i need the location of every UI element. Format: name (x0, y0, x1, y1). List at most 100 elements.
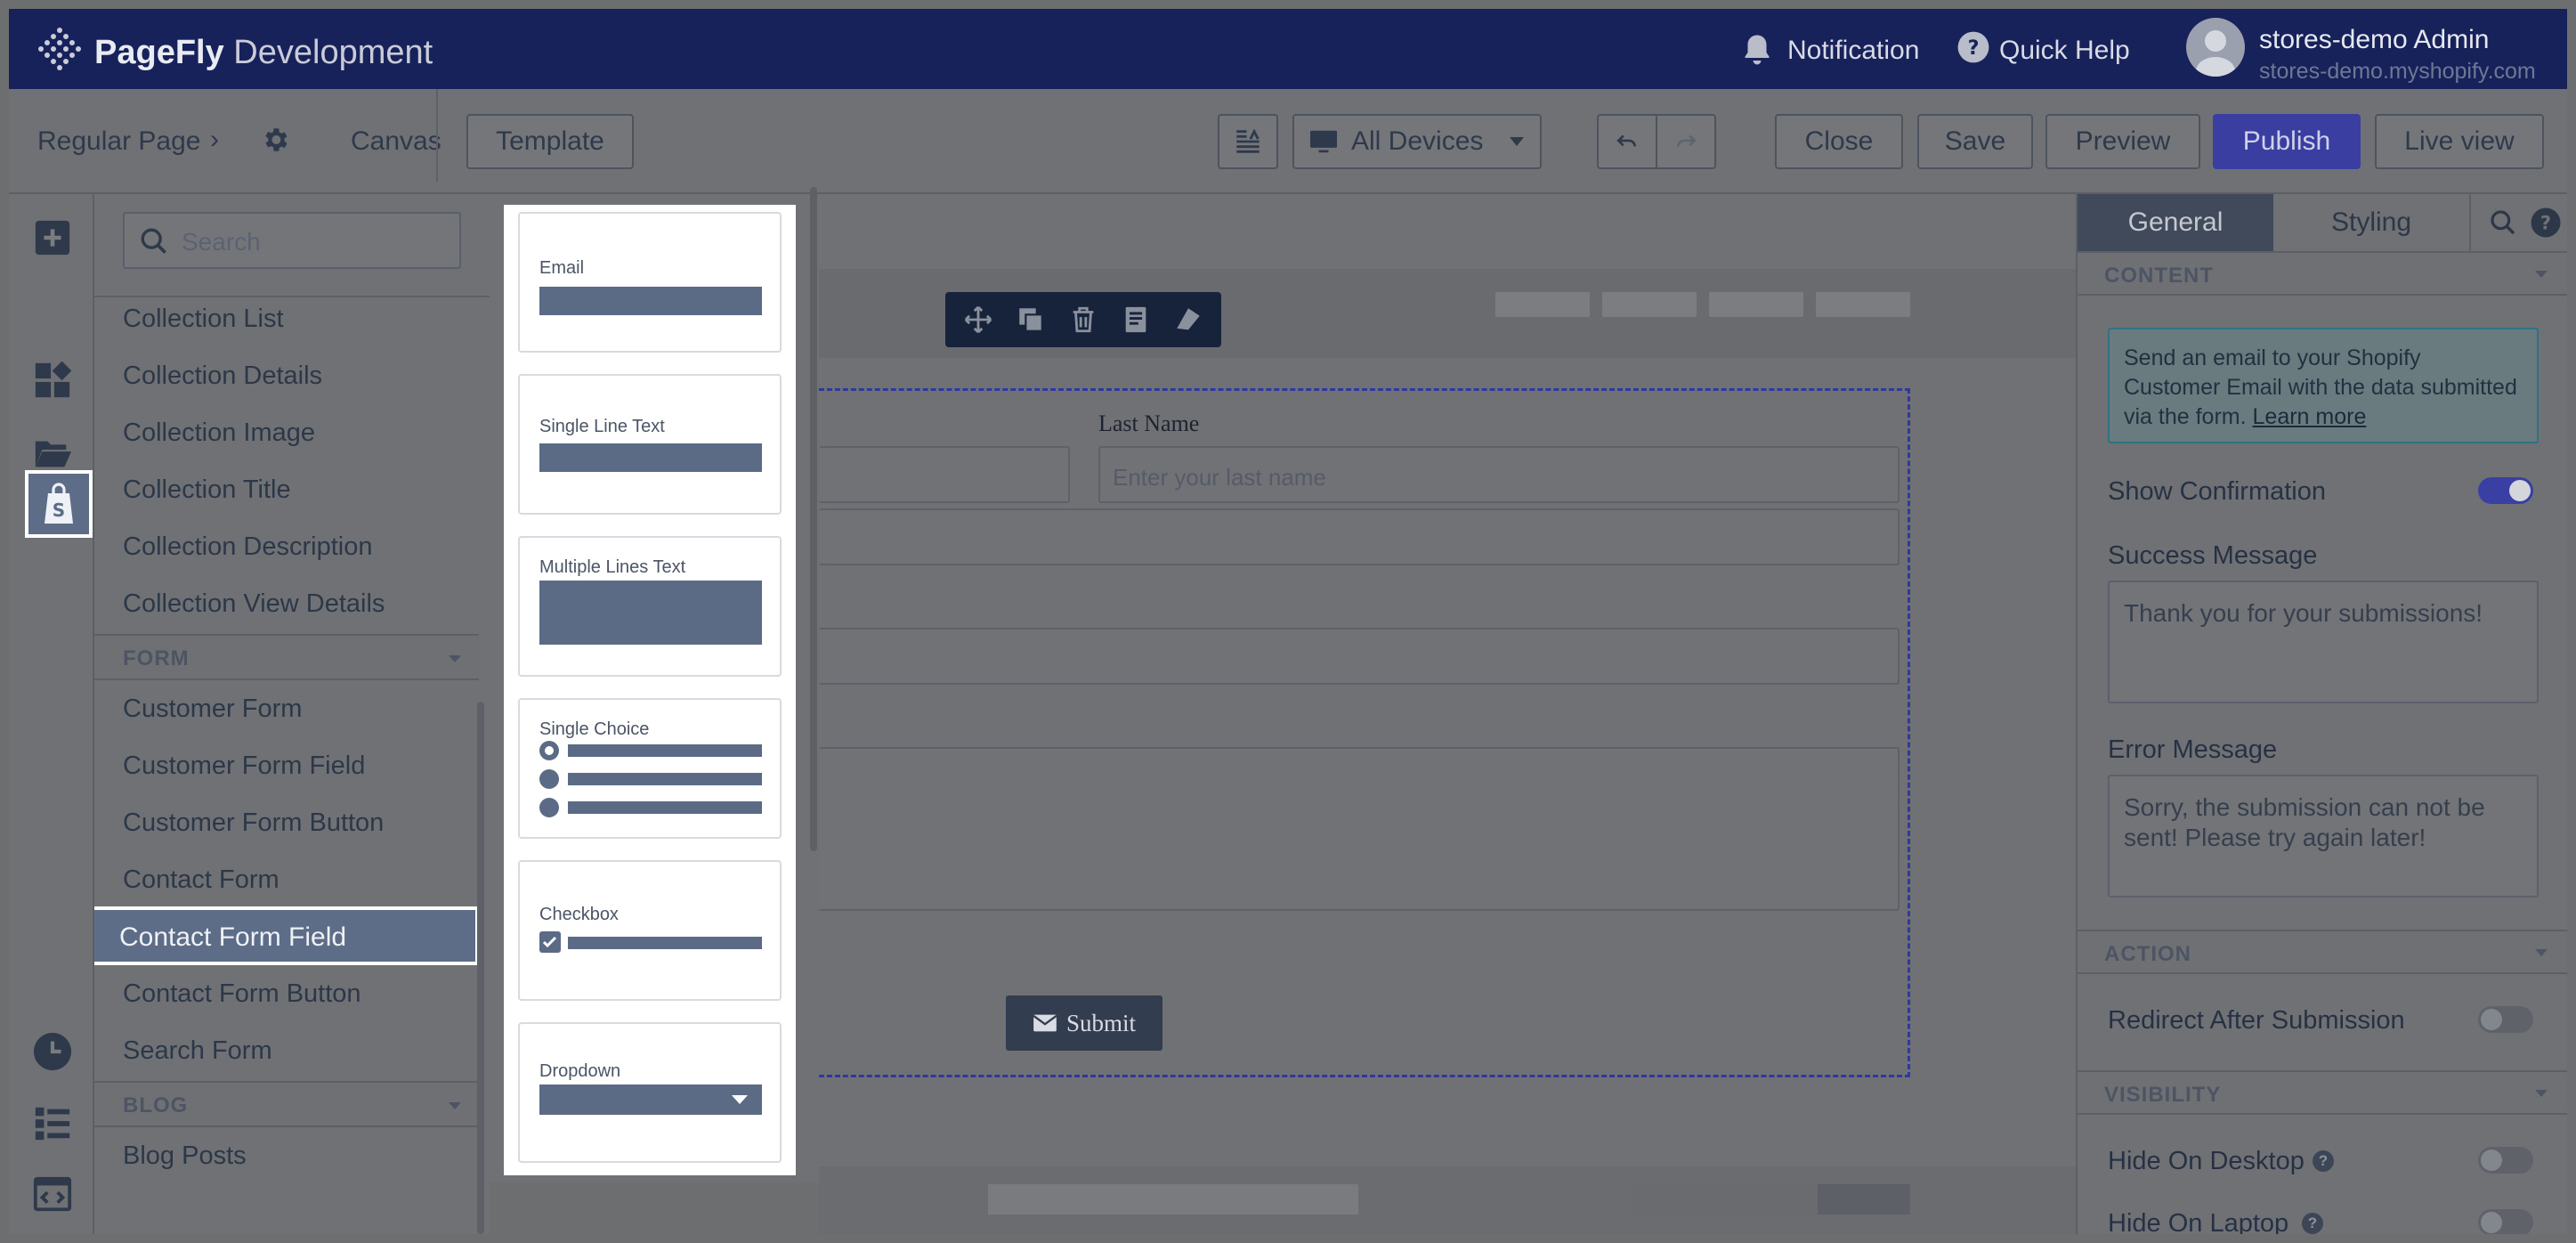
bell-icon[interactable] (1741, 32, 1773, 68)
element-customer-form[interactable]: Customer Form (123, 695, 302, 724)
first-name-input[interactable] (819, 446, 1070, 503)
horizontal-scroll-thumb[interactable] (1818, 1184, 1910, 1215)
checkbox-checked-icon (539, 931, 561, 953)
user-store-domain: stores-demo.myshopify.com (2259, 59, 2536, 84)
element-search-form[interactable]: Search Form (123, 1036, 272, 1066)
section-action[interactable]: ACTION (2078, 930, 2567, 974)
pagefly-logo-icon[interactable] (36, 25, 84, 73)
move-icon[interactable] (963, 305, 993, 335)
element-blog-posts[interactable]: Blog Posts (123, 1141, 247, 1171)
error-message-textarea[interactable]: Sorry, the submission can not be sent! P… (2108, 775, 2539, 898)
section-content[interactable]: CONTENT (2078, 251, 2567, 296)
contact-form-container[interactable]: Last Name Enter your last name (819, 388, 1910, 1077)
duplicate-icon[interactable] (1016, 305, 1046, 335)
element-collection-title[interactable]: Collection Title (123, 475, 291, 505)
message-textarea[interactable] (819, 747, 1900, 911)
code-editor-icon[interactable] (32, 1174, 73, 1215)
search-icon (139, 226, 169, 256)
top-navigation-bar: PageFly Development Notification ? Quick… (9, 9, 2567, 89)
redirect-after-submission-label: Redirect After Submission (2108, 1006, 2405, 1035)
app-title: PageFly Development (94, 34, 433, 71)
history-clock-icon[interactable] (32, 1031, 73, 1072)
question-circle-icon[interactable]: ? (1956, 30, 1990, 64)
undo-button[interactable] (1597, 114, 1657, 169)
element-collection-description[interactable]: Collection Description (123, 532, 372, 562)
element-contact-form[interactable]: Contact Form (123, 865, 279, 895)
shopify-elements-tab[interactable]: S (25, 470, 93, 538)
panel-divider (94, 296, 490, 297)
show-confirmation-toggle[interactable] (2478, 477, 2533, 504)
tab-divider (2469, 194, 2471, 251)
save-as-snippet-icon[interactable] (1121, 305, 1151, 335)
save-button[interactable]: Save (1917, 114, 2033, 169)
live-view-button[interactable]: Live view (2375, 114, 2544, 169)
section-form[interactable]: FORM (94, 634, 479, 680)
redo-button[interactable] (1656, 114, 1716, 169)
undo-icon (1616, 132, 1639, 151)
breadcrumb-regular-page[interactable]: Regular Page (37, 126, 200, 157)
radio-icon (539, 798, 559, 817)
gear-icon (260, 125, 290, 155)
section-blog[interactable]: BLOG (94, 1081, 479, 1127)
publish-button[interactable]: Publish (2213, 114, 2361, 169)
folder-open-icon[interactable] (32, 433, 73, 474)
field-card-dropdown[interactable]: Dropdown (518, 1022, 782, 1163)
quick-help-button[interactable]: Quick Help (1999, 36, 2130, 66)
question-icon[interactable]: ? (2302, 1213, 2323, 1234)
submit-button[interactable]: Submit (1006, 995, 1162, 1051)
placeholder-nav-block (1816, 292, 1910, 317)
element-collection-details[interactable]: Collection Details (123, 362, 322, 391)
field-card-multiple-lines-text[interactable]: Multiple Lines Text (518, 536, 782, 677)
element-collection-image[interactable]: Collection Image (123, 418, 315, 448)
close-button[interactable]: Close (1775, 114, 1903, 169)
info-notice: Send an email to your Shopify Customer E… (2108, 328, 2539, 443)
styling-brush-icon[interactable] (1173, 305, 1203, 335)
device-select-label: All Devices (1351, 126, 1484, 156)
layers-list-icon[interactable] (32, 1102, 73, 1143)
template-button[interactable]: Template (466, 114, 634, 169)
success-message-textarea[interactable]: Thank you for your submissions! (2108, 581, 2539, 703)
field-card-single-line-text[interactable]: Single Line Text (518, 374, 782, 515)
element-contact-form-field[interactable]: Contact Form Field (94, 906, 479, 965)
picker-scrollbar[interactable] (810, 187, 817, 851)
phone-input[interactable] (819, 628, 1900, 685)
field-card-email[interactable]: Email (518, 212, 782, 353)
learn-more-link[interactable]: Learn more (2253, 404, 2367, 429)
apps-grid-icon[interactable] (32, 360, 73, 401)
element-contact-form-button[interactable]: Contact Form Button (123, 979, 361, 1009)
question-icon[interactable]: ? (2313, 1150, 2334, 1172)
hide-on-laptop-toggle[interactable] (2478, 1209, 2533, 1234)
field-card-single-choice[interactable]: Single Choice (518, 698, 782, 839)
redirect-after-submission-toggle[interactable] (2478, 1006, 2533, 1033)
trash-icon[interactable] (1068, 305, 1098, 335)
element-search-input[interactable]: Search (123, 212, 461, 269)
shopify-bag-icon: S (41, 483, 77, 525)
notification-button[interactable]: Notification (1787, 36, 1919, 66)
hide-on-desktop-toggle[interactable] (2478, 1147, 2533, 1174)
placeholder-nav-block (1495, 292, 1590, 317)
section-visibility[interactable]: VISIBILITY (2078, 1070, 2567, 1115)
caret-down-icon (2535, 949, 2548, 956)
tab-general[interactable]: General (2078, 194, 2273, 251)
search-icon[interactable] (2489, 208, 2517, 237)
field-card-checkbox[interactable]: Checkbox (518, 860, 782, 1001)
last-name-input[interactable]: Enter your last name (1098, 446, 1900, 503)
element-panel-scrollbar[interactable] (477, 702, 484, 1234)
avatar[interactable] (2186, 18, 2245, 77)
device-select[interactable]: All Devices (1292, 114, 1542, 169)
breadcrumb-canvas[interactable]: Canvas (351, 126, 441, 157)
add-element-icon[interactable] (32, 217, 73, 258)
element-collection-view-details[interactable]: Collection View Details (123, 589, 385, 619)
email-input[interactable] (819, 508, 1900, 565)
preview-button[interactable]: Preview (2045, 114, 2200, 169)
input-preview (539, 443, 762, 472)
element-collection-list[interactable]: Collection List (123, 305, 284, 334)
caret-down-icon (2535, 271, 2548, 278)
help-icon[interactable]: ? (2530, 207, 2562, 239)
element-customer-form-button[interactable]: Customer Form Button (123, 808, 384, 838)
element-customer-form-field[interactable]: Customer Form Field (123, 751, 365, 781)
caret-down-icon (1510, 137, 1524, 146)
text-align-icon[interactable] (1218, 114, 1278, 169)
tab-styling[interactable]: Styling (2273, 194, 2469, 251)
user-name[interactable]: stores-demo Admin (2259, 25, 2489, 55)
